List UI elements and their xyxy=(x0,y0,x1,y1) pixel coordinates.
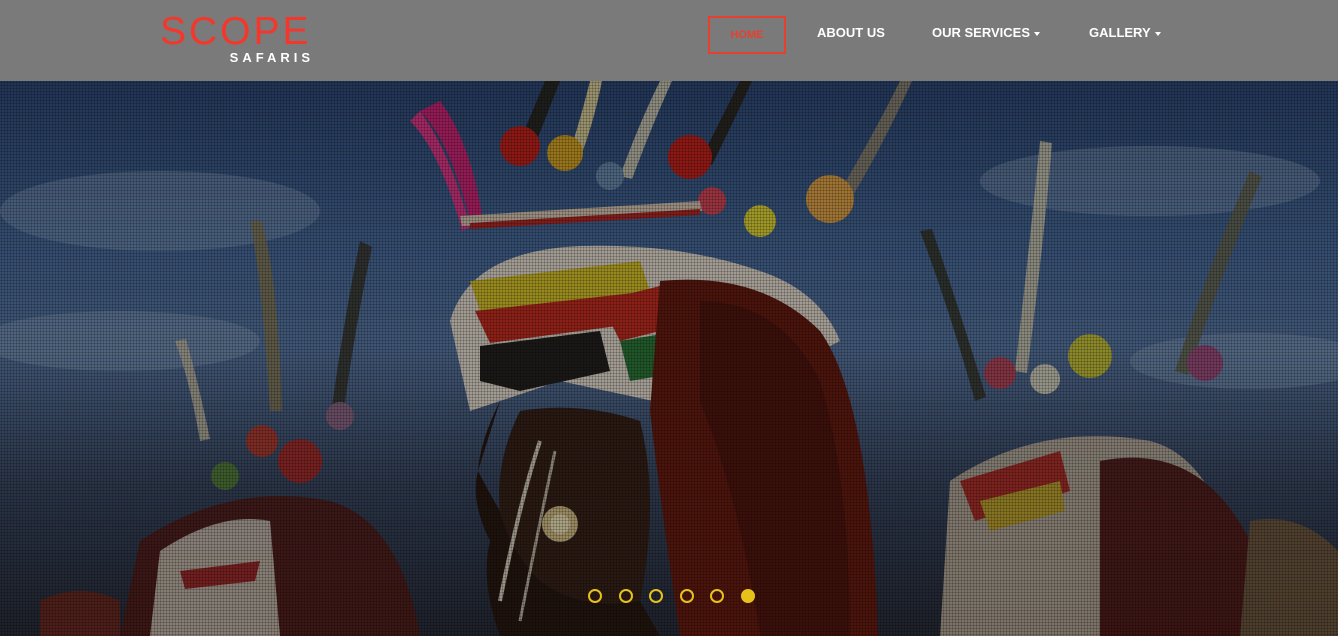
hero-dim-overlay xyxy=(0,81,1338,636)
brand-tagline: SAFARIS xyxy=(229,50,314,65)
hero-slider xyxy=(0,81,1338,636)
nav-about-us-label: ABOUT US xyxy=(817,25,885,40)
brand-logo[interactable]: SCOPE SAFARIS xyxy=(160,12,320,68)
nav-home-label: HOME xyxy=(730,29,764,41)
carousel-dot[interactable] xyxy=(618,589,633,603)
carousel-dot[interactable] xyxy=(679,589,694,603)
caret-down-icon xyxy=(1034,31,1041,36)
nav-our-services[interactable]: OUR SERVICES xyxy=(932,16,1041,50)
nav-our-services-label: OUR SERVICES xyxy=(932,25,1031,40)
nav-about-us[interactable]: ABOUT US xyxy=(817,16,885,50)
carousel-dot[interactable] xyxy=(741,589,755,603)
nav-gallery-label: GALLERY xyxy=(1089,25,1151,40)
nav-gallery[interactable]: GALLERY xyxy=(1089,16,1161,50)
caret-down-icon xyxy=(1154,31,1161,36)
nav-home[interactable]: HOME xyxy=(708,16,786,54)
carousel-dot[interactable] xyxy=(588,589,602,603)
site-header: SCOPE SAFARIS HOME ABOUT US OUR SERVICES… xyxy=(0,0,1338,81)
brand-name: SCOPE xyxy=(160,10,312,53)
